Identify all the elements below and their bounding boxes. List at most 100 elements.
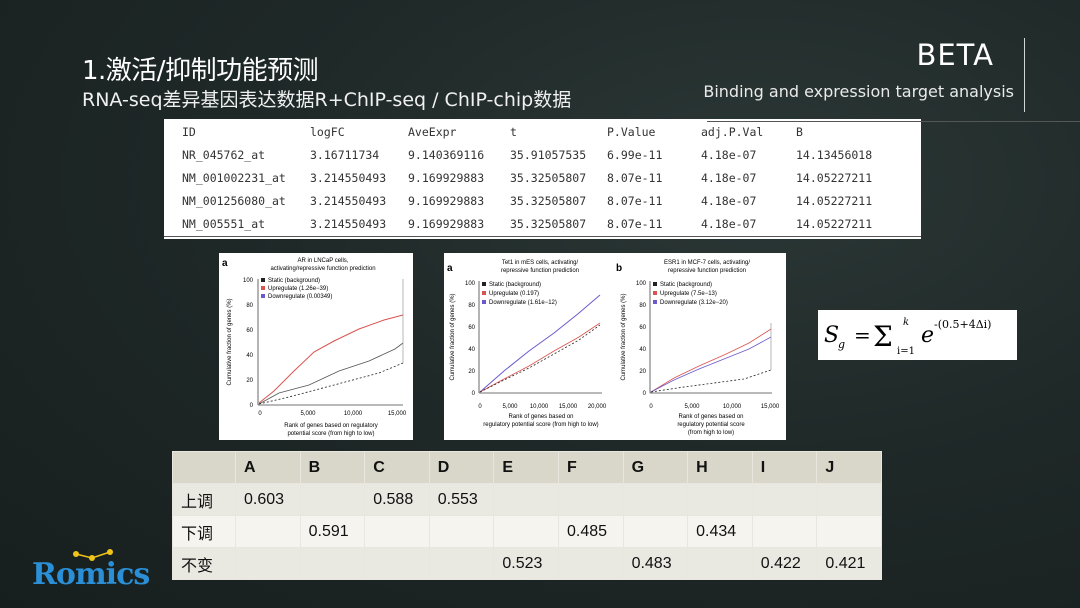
table-cell: 4.18e-07 <box>701 171 757 185</box>
column-header: G <box>622 451 689 484</box>
table-cell: 0.422 <box>751 547 818 580</box>
table-bottom-rule <box>164 236 921 237</box>
table-cell <box>299 483 366 516</box>
table-cell <box>493 483 559 516</box>
table-cell <box>428 547 495 580</box>
slide-subtitle: RNA-seq差异基因表达数据R+ChIP-seq / ChIP-chip数据 <box>82 89 572 111</box>
table-cell: 0.553 <box>428 483 495 516</box>
legend-swatch <box>261 278 265 282</box>
slide-title: 1.激活/抑制功能预测 <box>82 56 319 86</box>
y-axis-label: Cumulative fraction of genes (%) <box>227 298 233 385</box>
y-tick: 0 <box>472 391 476 397</box>
table-row: 下调 0.591 0.485 0.434 <box>172 515 882 548</box>
table-cell: 6.99e-11 <box>607 148 663 162</box>
formula-box: S g = Σ k i=1 e -(0.5+4Δi) <box>818 310 1017 360</box>
y-tick: 60 <box>468 325 475 331</box>
table-cell <box>299 547 366 580</box>
table-cell <box>622 515 689 548</box>
legend-swatch <box>482 291 486 295</box>
row-header: 下调 <box>172 515 236 548</box>
x-axis-label: Rank of genes based on <box>508 414 573 420</box>
y-tick: 100 <box>465 281 476 287</box>
table-row: NR_045762_at 3.16711734 9.140369116 35.9… <box>164 148 921 168</box>
y-tick: 40 <box>639 347 646 353</box>
y-axis-label: Cumulative fraction of genes (%) <box>450 293 456 380</box>
brand-divider <box>1024 38 1025 112</box>
panel-letter: a <box>222 258 228 269</box>
legend-swatch <box>653 282 657 286</box>
formula-lhs-subscript: g <box>838 338 845 351</box>
table-cell: 35.32505807 <box>510 194 587 208</box>
table-cell <box>751 515 818 548</box>
column-header: C <box>364 451 430 484</box>
y-tick: 100 <box>243 278 254 284</box>
y-tick: 0 <box>643 391 647 397</box>
chart-title: activating/repressive function predictio… <box>270 266 375 272</box>
table-cell: 4.18e-07 <box>701 148 757 162</box>
x-axis-label: (from high to low) <box>688 430 734 436</box>
x-tick: 5,000 <box>502 404 518 410</box>
table-cell <box>428 515 495 548</box>
x-axis-label: Rank of genes based on <box>678 414 743 420</box>
table-cell: 4.18e-07 <box>701 217 757 231</box>
legend-swatch <box>261 294 265 298</box>
table-cell: 4.18e-07 <box>701 194 757 208</box>
chart-ar-lncap: a AR in LNCaP cells, activating/repressi… <box>219 253 413 440</box>
chart-tet1-esr1: a Tet1 in mES cells, activating/ repress… <box>444 253 786 440</box>
logo-text: Romics <box>32 557 149 592</box>
table-cell: 0.591 <box>299 515 366 548</box>
table-cell: 3.214550493 <box>310 217 387 231</box>
table-row: 上调 0.603 0.588 0.553 <box>172 483 882 516</box>
sum-symbol: Σ <box>873 320 893 353</box>
legend-item: Static (background) <box>489 282 541 288</box>
table-cell: 0.485 <box>557 515 624 548</box>
panel-letter: b <box>616 263 622 274</box>
table-cell <box>557 483 624 516</box>
score-table: A B C D E F G H I J 上调 0.603 0.588 0.553 <box>172 451 882 580</box>
table-cell <box>622 483 689 516</box>
y-tick: 80 <box>639 303 646 309</box>
table-cell: 0.483 <box>622 547 689 580</box>
table-row: 不变 0.523 0.483 0.422 0.421 <box>172 547 882 580</box>
x-tick: 10,000 <box>344 411 363 417</box>
column-header: A <box>235 451 301 484</box>
row-header: 不变 <box>172 547 236 580</box>
table-cell <box>816 483 882 516</box>
table-cell <box>816 515 882 548</box>
upregulate-line <box>479 322 601 393</box>
y-tick: 60 <box>246 328 253 334</box>
legend-swatch <box>482 300 486 304</box>
legend-swatch <box>653 300 657 304</box>
y-tick: 40 <box>246 353 253 359</box>
x-tick: 20,000 <box>588 404 607 410</box>
column-header: J <box>816 451 882 484</box>
legend-item: Static (background) <box>268 278 320 284</box>
legend-item: Downregulate (3.12e−20) <box>660 300 728 306</box>
table-cell: 8.07e-11 <box>607 171 663 185</box>
formula-base: e <box>921 323 934 348</box>
table-cell: 0.588 <box>364 483 430 516</box>
table-cell <box>557 547 624 580</box>
x-tick: 15,000 <box>761 404 780 410</box>
table-cell <box>493 515 559 548</box>
chart-title: ESR1 in MCF-7 cells, activating/ <box>664 260 750 266</box>
legend-swatch <box>482 282 486 286</box>
table-cell: 3.214550493 <box>310 194 387 208</box>
legend-item: Downregulate (0.00349) <box>268 294 332 300</box>
table-cell: 14.05227211 <box>796 194 873 208</box>
legend-item: Static (background) <box>660 282 712 288</box>
y-tick: 20 <box>468 369 475 375</box>
table-cell: NM_005551_at <box>182 217 266 231</box>
y-tick: 60 <box>639 325 646 331</box>
legend-item: Upregulate (0.197) <box>489 291 539 297</box>
chart-title: repressive function prediction <box>668 268 746 274</box>
table-cell: 0.603 <box>235 483 301 516</box>
column-header: B <box>796 125 803 139</box>
table-cell: 9.140369116 <box>408 148 485 162</box>
x-axis-label: Rank of genes based on regulatory <box>284 423 377 429</box>
table-cell: 8.07e-11 <box>607 217 663 231</box>
x-axis-label: potential score (from high to low) <box>287 431 374 437</box>
sum-upper-bound: k <box>903 317 909 328</box>
brand-title: BETA <box>916 38 994 72</box>
column-header: B <box>299 451 366 484</box>
